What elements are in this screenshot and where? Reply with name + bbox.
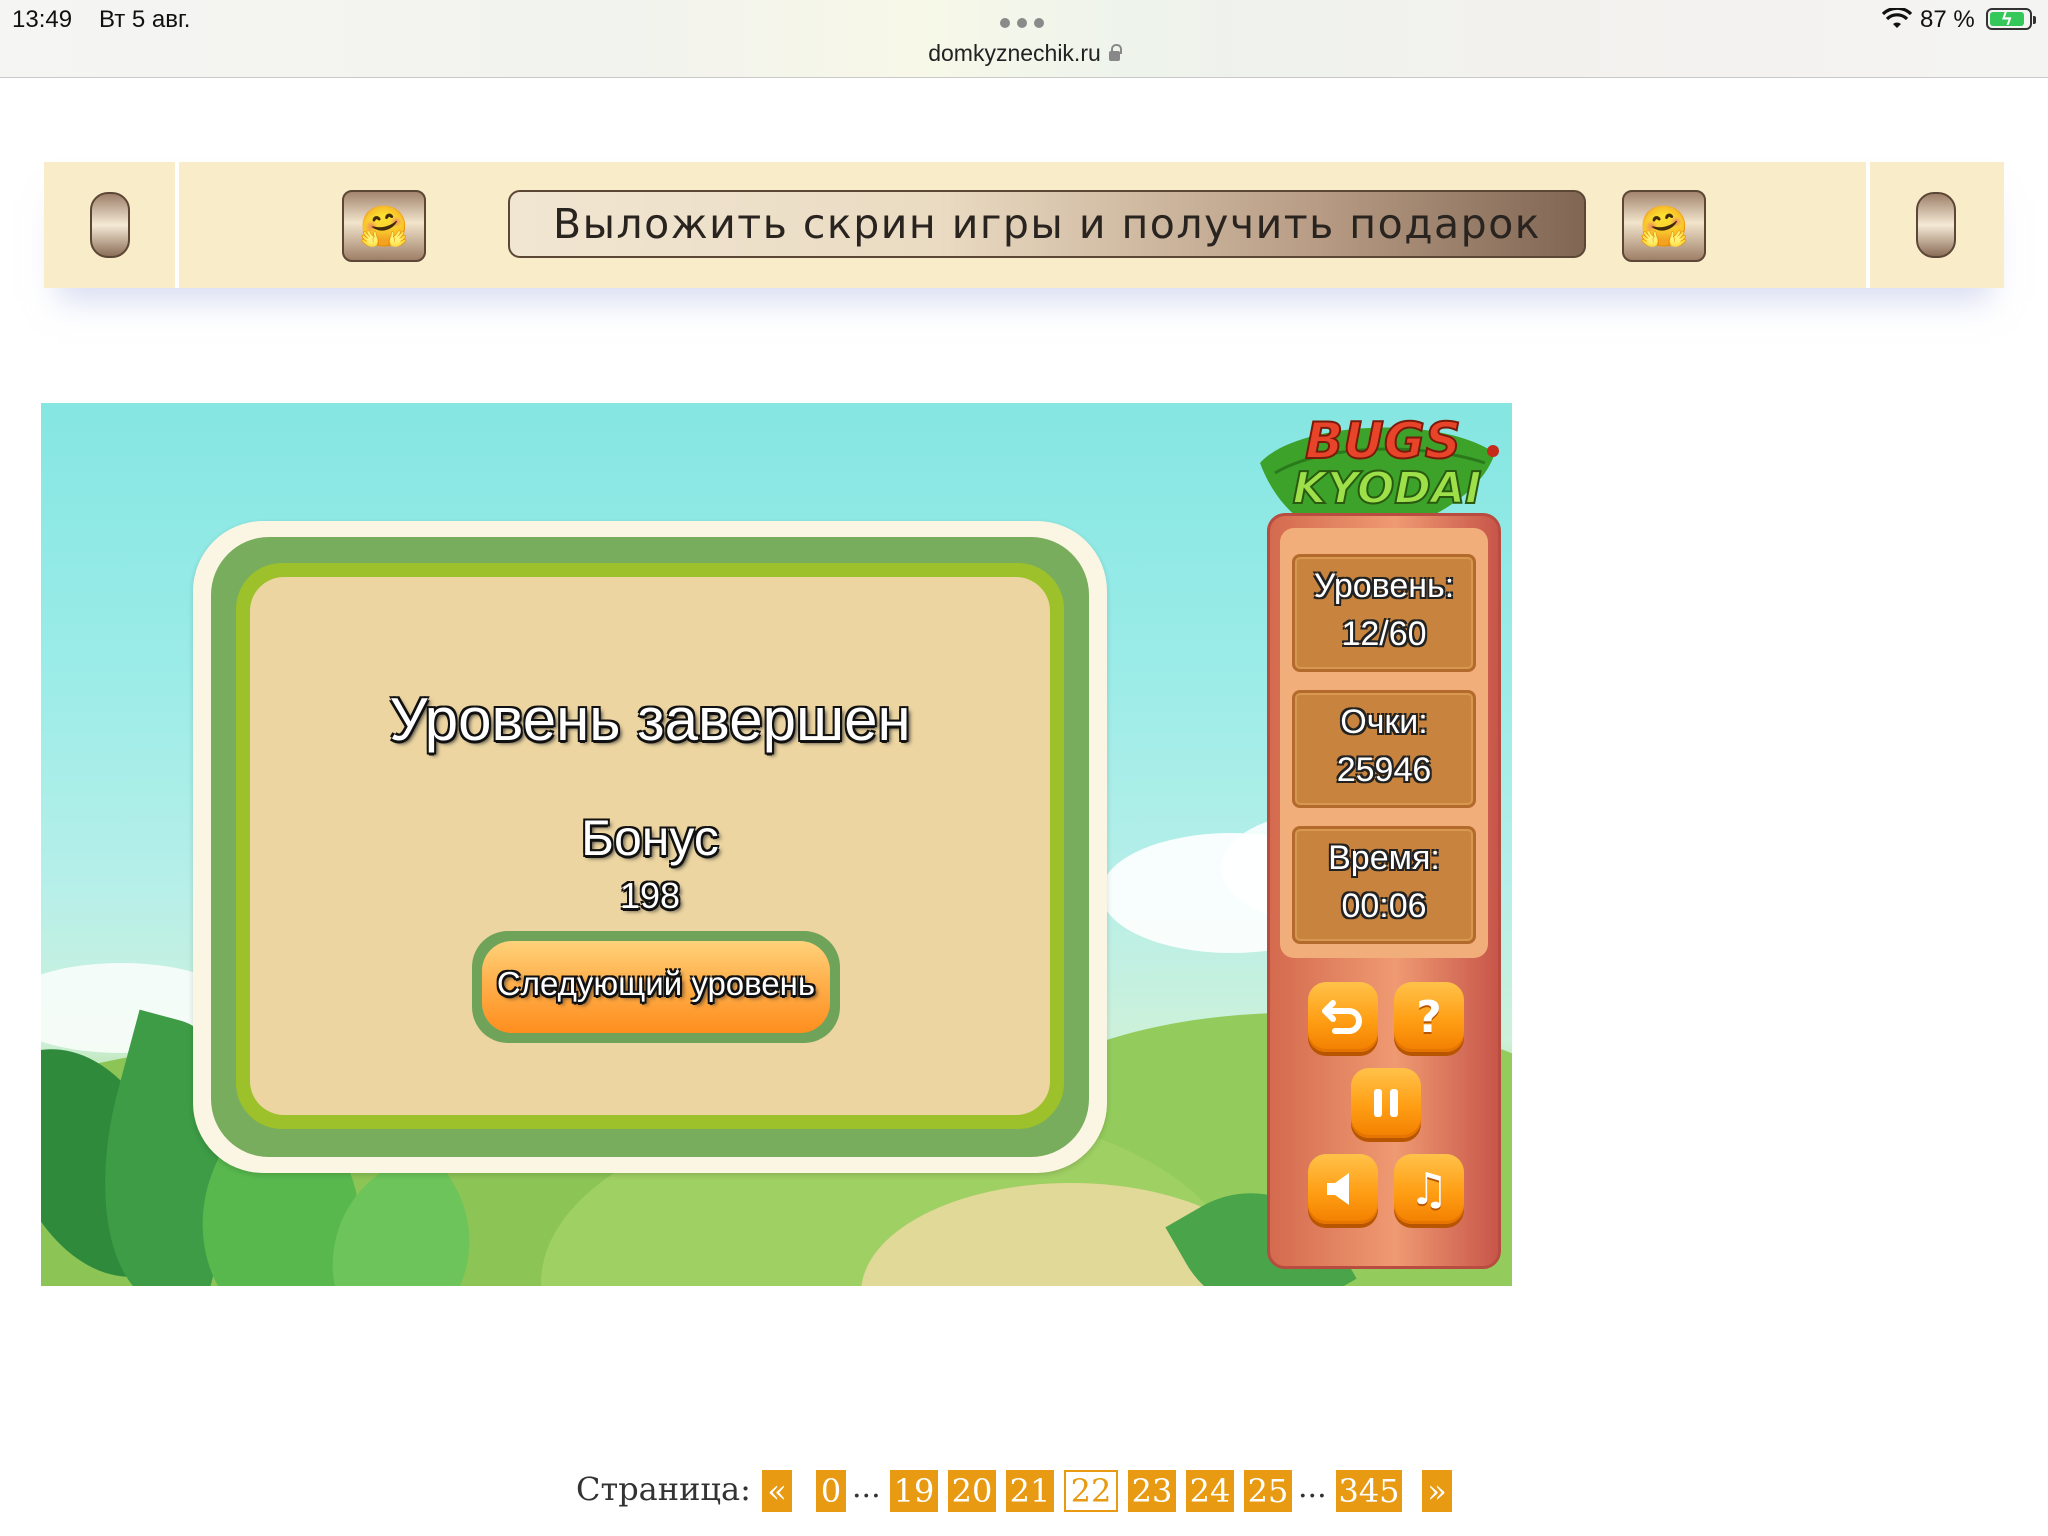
score-stat: Очки: 25946 (1292, 690, 1476, 808)
hugging-face-icon: 🤗 (1639, 204, 1689, 249)
side-panel: Уровень: 12/60 Очки: 25946 Время: 00:06 … (1267, 513, 1501, 1269)
status-time: 13:49 (12, 6, 73, 33)
url-text: domkyznechik.ru (928, 40, 1101, 66)
time-label: Время: (1328, 839, 1440, 877)
time-stat: Время: 00:06 (1292, 826, 1476, 944)
prev-page-button[interactable]: « (762, 1470, 792, 1512)
level-label: Уровень: (1313, 567, 1455, 605)
status-date: Вт 5 авг. (99, 6, 191, 33)
page-20[interactable]: 20 (948, 1470, 996, 1512)
next-page-button[interactable]: » (1422, 1470, 1452, 1512)
hugging-face-icon: 🤗 (359, 204, 409, 249)
logo-bugs: BUGS (1305, 412, 1461, 470)
music-note-icon: ♫ (1409, 1163, 1449, 1215)
level-stat: Уровень: 12/60 (1292, 554, 1476, 672)
level-complete-dialog: Уровень завершен Бонус 198 Следующий уро… (193, 521, 1107, 1173)
pagination-ellipsis: ... (852, 1470, 881, 1505)
pause-icon (1374, 1089, 1398, 1117)
music-button[interactable]: ♫ (1394, 1154, 1464, 1224)
more-dots-icon[interactable] (1000, 18, 1044, 28)
page-25[interactable]: 25 (1244, 1470, 1292, 1512)
speaker-icon (1327, 1173, 1349, 1205)
page-21[interactable]: 21 (1006, 1470, 1054, 1512)
next-level-button[interactable]: Следующий уровень (472, 931, 840, 1043)
undo-icon (1322, 1000, 1362, 1034)
help-icon: ? (1416, 991, 1442, 1043)
level-value: 12/60 (1341, 615, 1427, 653)
address-bar[interactable]: domkyznechik.ru (0, 40, 2048, 67)
sound-button[interactable] (1308, 1154, 1378, 1224)
time-value: 00:06 (1341, 887, 1427, 925)
share-banner: 🤗 Выложить скрин игры и получить подарок… (44, 162, 2004, 288)
share-screenshot-button[interactable]: Выложить скрин игры и получить подарок (508, 190, 1586, 258)
game-canvas[interactable]: Уровень завершен Бонус 198 Следующий уро… (41, 403, 1512, 1286)
left-pill-decoration (90, 192, 130, 258)
wifi-icon (1882, 8, 1912, 28)
pause-button[interactable] (1351, 1068, 1421, 1138)
page-24[interactable]: 24 (1186, 1470, 1234, 1512)
bonus-label: Бонус (581, 810, 719, 866)
right-pill-decoration (1916, 192, 1956, 258)
page-22-current[interactable]: 22 (1064, 1470, 1118, 1512)
dialog-content: Уровень завершен Бонус 198 Следующий уро… (250, 577, 1050, 1115)
help-button[interactable]: ? (1394, 982, 1464, 1052)
lock-icon (1108, 44, 1122, 61)
battery-icon: ϟ (1986, 8, 2036, 30)
pagination: Страница: « 0 ... 19 20 21 22 23 24 25 .… (0, 1462, 2048, 1522)
pagination-ellipsis: ... (1298, 1470, 1327, 1505)
page-19[interactable]: 19 (890, 1470, 938, 1512)
left-emoji-button[interactable]: 🤗 (342, 190, 426, 262)
page-345[interactable]: 345 (1336, 1470, 1402, 1512)
next-level-label: Следующий уровень (496, 965, 816, 1002)
bonus-value: 198 (619, 875, 681, 916)
score-value: 25946 (1336, 751, 1432, 789)
battery-percent: 87 % (1920, 6, 1975, 33)
page-23[interactable]: 23 (1128, 1470, 1176, 1512)
status-bar: 13:49 Вт 5 авг. domkyznechik.ru 87 % ϟ (0, 0, 2048, 78)
page-0[interactable]: 0 (816, 1470, 846, 1512)
pagination-label: Страница: (576, 1470, 751, 1508)
score-label: Очки: (1340, 703, 1428, 741)
dialog-title: Уровень завершен (389, 686, 911, 753)
right-emoji-button[interactable]: 🤗 (1622, 190, 1706, 262)
undo-button[interactable] (1308, 982, 1378, 1052)
logo-kyodai: KYODAI (1293, 463, 1482, 514)
